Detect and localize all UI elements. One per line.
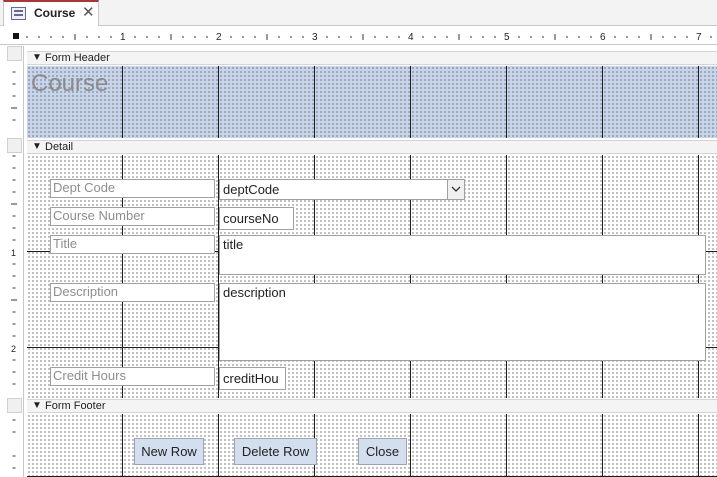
- chevron-down-icon: [451, 186, 461, 192]
- tab-course[interactable]: Course ✕: [3, 0, 99, 26]
- dropdown-button[interactable]: [447, 180, 464, 199]
- horizontal-ruler: 1 2 3 4 5 6 7: [0, 29, 717, 45]
- ruler-label-1: 1: [11, 248, 16, 258]
- ruler-label: 7: [696, 32, 702, 43]
- collapse-arrow-icon: ▼: [32, 141, 42, 152]
- form-header-bar[interactable]: ▼ Form Header: [27, 51, 717, 65]
- form-header-section: Course: [27, 66, 717, 138]
- detail-section: Dept Code deptCode Course Number courseN…: [27, 155, 717, 398]
- close-button[interactable]: Close: [358, 438, 407, 465]
- ruler-label-2: 2: [11, 344, 16, 354]
- form-icon: [11, 7, 26, 20]
- description-field[interactable]: description: [219, 283, 706, 361]
- form-footer-label: Form Footer: [45, 400, 106, 412]
- form-footer-section: New Row Delete Row Close: [27, 414, 717, 477]
- close-icon[interactable]: ✕: [82, 4, 95, 22]
- ruler-label: 6: [600, 32, 606, 43]
- ruler-label: 2: [216, 32, 222, 43]
- credit-hours-field[interactable]: creditHou: [219, 367, 286, 390]
- dept-code-value: deptCode: [223, 182, 280, 197]
- dept-code-combobox[interactable]: deptCode: [219, 179, 465, 200]
- title-label[interactable]: Title: [50, 235, 215, 254]
- ruler-label: 3: [312, 32, 318, 43]
- vertical-ruler: 1 2: [0, 46, 24, 477]
- detail-label: Detail: [45, 141, 74, 153]
- collapse-arrow-icon: ▼: [32, 52, 42, 63]
- dept-code-label[interactable]: Dept Code: [50, 179, 215, 198]
- form-footer-bar[interactable]: ▼ Form Footer: [27, 399, 717, 413]
- ruler-label: 5: [504, 32, 510, 43]
- document-tab-bar: Course ✕: [0, 0, 717, 26]
- detail-bar[interactable]: ▼ Detail: [27, 140, 717, 154]
- ruler-label: 1: [120, 32, 126, 43]
- collapse-arrow-icon: ▼: [32, 400, 42, 411]
- course-number-field[interactable]: courseNo: [219, 207, 294, 230]
- tab-label: Course: [34, 6, 76, 20]
- course-number-label[interactable]: Course Number: [50, 207, 215, 226]
- credit-hours-label[interactable]: Credit Hours: [50, 367, 215, 386]
- form-title-label[interactable]: Course: [31, 70, 108, 98]
- title-field[interactable]: title: [219, 235, 706, 275]
- description-label[interactable]: Description: [50, 283, 215, 302]
- ruler-ticks: 1 2 3 4 5 6 7: [26, 32, 712, 43]
- ruler-label: 4: [408, 32, 414, 43]
- delete-row-button[interactable]: Delete Row: [234, 438, 317, 465]
- new-row-button[interactable]: New Row: [134, 438, 204, 465]
- form-header-label: Form Header: [45, 52, 110, 64]
